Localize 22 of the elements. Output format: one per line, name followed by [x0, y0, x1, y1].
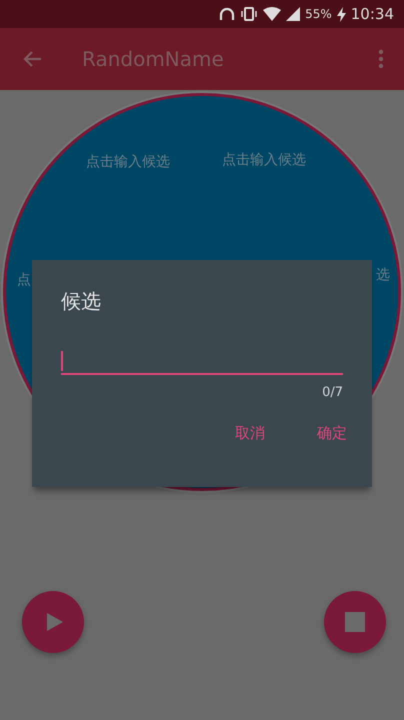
- dialog-button[interactable]: 取消: [219, 418, 281, 449]
- signal-icon: [286, 7, 300, 21]
- play-button[interactable]: [22, 591, 84, 653]
- app-title: RandomName: [82, 47, 225, 71]
- stop-button[interactable]: [324, 591, 386, 653]
- battery-percent: 55%: [305, 7, 332, 21]
- wifi-icon: [263, 7, 282, 21]
- dialog-title: 候选: [61, 288, 101, 315]
- vibrate-icon: [240, 7, 258, 21]
- headphones-icon: [219, 7, 236, 21]
- wheel-label: 点击输入候选: [222, 151, 306, 169]
- back-arrow-icon[interactable]: [22, 50, 42, 68]
- dialog-button[interactable]: 确定: [301, 418, 363, 449]
- wheel-label: 点: [17, 271, 31, 289]
- character-counter: 0/7: [322, 385, 343, 400]
- more-menu-icon[interactable]: [378, 49, 384, 69]
- charging-icon: [336, 6, 346, 22]
- stop-icon: [345, 612, 365, 632]
- clock-time: 10:34: [350, 5, 394, 23]
- wheel-label: 点击输入候选: [86, 153, 170, 171]
- wheel-label: 选: [376, 266, 390, 284]
- play-icon: [47, 613, 63, 631]
